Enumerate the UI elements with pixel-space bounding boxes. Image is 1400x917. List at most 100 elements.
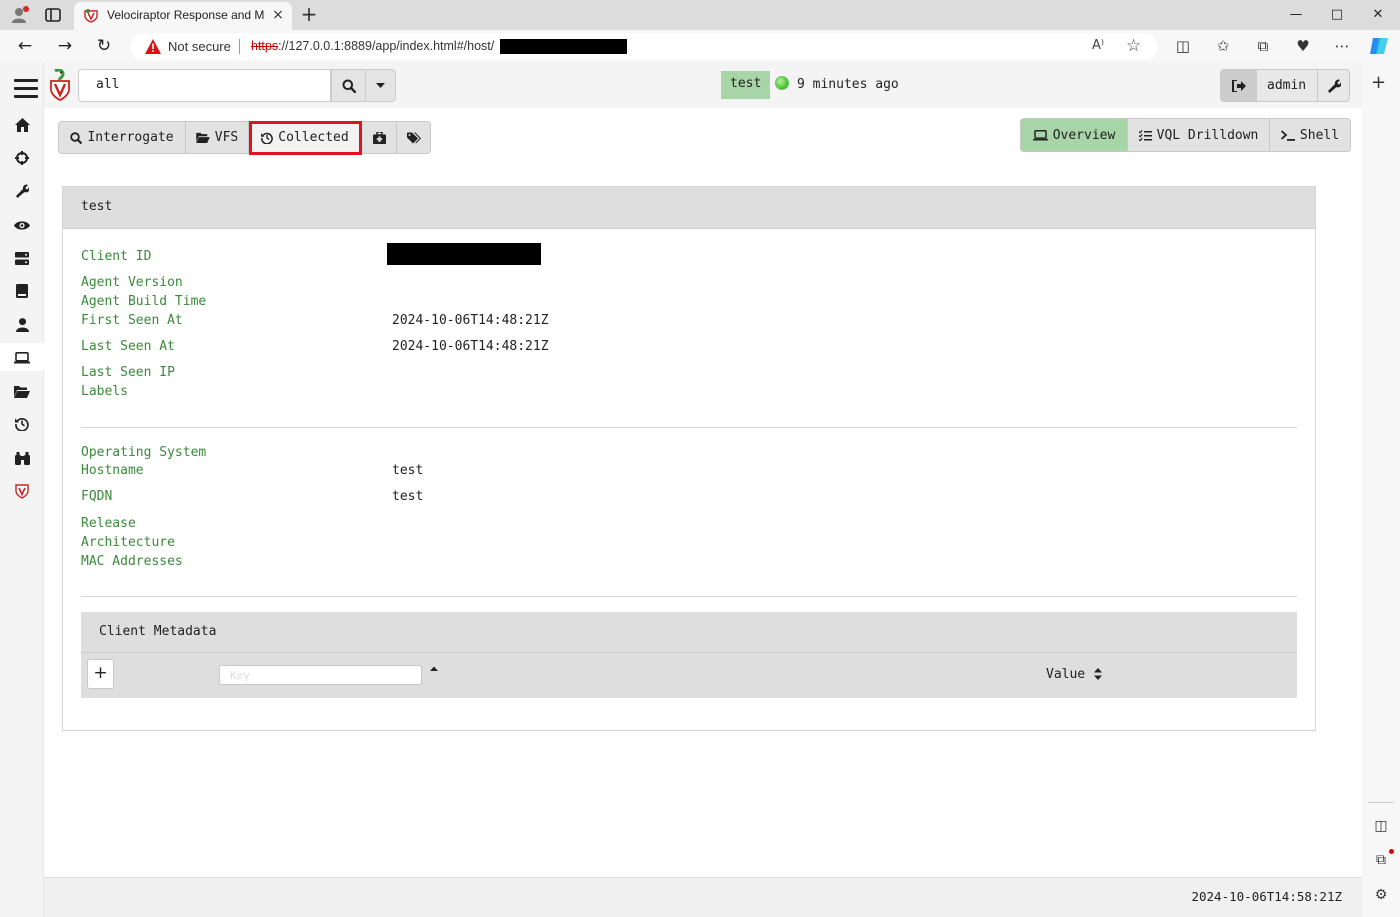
minimize-button[interactable]: —: [1286, 5, 1306, 25]
browser-tab-bar: Velociraptor Response and Monitoring × +…: [0, 0, 1400, 30]
collected-label: Collected: [278, 130, 349, 145]
add-rail-item-icon[interactable]: +: [1371, 72, 1386, 93]
hamburger-menu-icon[interactable]: [0, 76, 44, 102]
tags-icon: [406, 132, 421, 143]
last-seen-at-label: Last Seen At: [81, 339, 175, 354]
footer-timestamp: 2024-10-06T14:58:21Z: [1191, 889, 1342, 904]
refresh-icon[interactable]: ↻: [93, 35, 115, 57]
section-divider: [81, 596, 1297, 597]
vfs-button[interactable]: VFS: [186, 122, 249, 153]
history-icon[interactable]: [13, 415, 31, 433]
close-window-button[interactable]: ✕: [1368, 5, 1388, 25]
new-tab-button[interactable]: +: [298, 3, 320, 25]
first-seen-value: 2024-10-06T14:48:21Z: [392, 313, 549, 328]
interrogate-label: Interrogate: [87, 130, 174, 145]
more-options-icon[interactable]: ⋯: [1331, 35, 1353, 57]
last-seen-label: 9 minutes ago: [797, 77, 899, 92]
agent-build-time-label: Agent Build Time: [81, 294, 207, 309]
book-icon[interactable]: [13, 282, 31, 300]
read-aloud-icon[interactable]: A⁾: [1092, 38, 1104, 53]
client-info-card: test Client ID Agent Version Agent Build…: [62, 186, 1316, 731]
redacted-block: [387, 243, 541, 265]
not-secure-label[interactable]: Not secure: [168, 39, 231, 54]
browser-tab[interactable]: Velociraptor Response and Monitoring ×: [74, 2, 292, 30]
section-divider: [81, 427, 1297, 428]
client-name-badge[interactable]: test: [721, 71, 771, 99]
url-path: ://127.0.0.1:8889/app/index.html#/host/: [278, 39, 495, 53]
metadata-header-divider: [81, 652, 1297, 653]
redacted-block: [500, 39, 627, 54]
search-dropdown-button[interactable]: [366, 69, 396, 102]
first-seen-label: First Seen At: [81, 313, 183, 328]
velociraptor-shield-icon[interactable]: [13, 482, 31, 500]
server-icon[interactable]: [13, 249, 31, 267]
collections-icon[interactable]: ⧉: [1252, 35, 1274, 57]
forward-icon[interactable]: →: [54, 35, 76, 57]
interrogate-button[interactable]: Interrogate: [59, 122, 186, 153]
settings-gear-icon[interactable]: ⚙: [1371, 887, 1391, 907]
view-toolbar: Overview VQL Drilldown Shell: [1020, 118, 1351, 152]
agent-version-label: Agent Version: [81, 275, 183, 290]
sidebar-toggle-icon[interactable]: ◫: [1371, 818, 1391, 838]
folder-open-icon[interactable]: [13, 382, 31, 400]
sort-icon[interactable]: [1093, 667, 1103, 681]
search-button[interactable]: [331, 69, 366, 102]
user-settings-button[interactable]: [1317, 70, 1350, 101]
metadata-key-filter-input[interactable]: [219, 665, 422, 685]
vfs-label: VFS: [214, 130, 239, 145]
new-collection-button[interactable]: [362, 122, 397, 153]
add-metadata-button[interactable]: +: [87, 659, 114, 689]
url-bar[interactable]: Not secure https://127.0.0.1:8889/app/in…: [130, 33, 1158, 60]
tab-title: Velociraptor Response and Monitoring: [107, 8, 265, 22]
shell-button[interactable]: Shell: [1270, 119, 1350, 151]
split-screen-icon[interactable]: ◫: [1172, 35, 1194, 57]
architecture-label: Architecture: [81, 535, 175, 550]
velociraptor-logo[interactable]: [49, 69, 71, 101]
binoculars-icon[interactable]: [13, 449, 31, 467]
profile-icon[interactable]: [10, 5, 30, 25]
card-header: test: [63, 187, 1315, 229]
url-text[interactable]: https://127.0.0.1:8889/app/index.html#/h…: [251, 39, 494, 53]
online-status-dot: [775, 76, 789, 90]
card-title: test: [81, 199, 113, 214]
crosshair-icon[interactable]: [13, 149, 31, 167]
external-link-icon[interactable]: ⧉: [1371, 852, 1391, 872]
url-divider: [239, 39, 240, 54]
client-search-input[interactable]: all: [78, 69, 331, 102]
metadata-title: Client Metadata: [99, 624, 217, 639]
logout-button[interactable]: [1221, 70, 1257, 101]
browser-essentials-icon[interactable]: ♥: [1292, 35, 1314, 57]
user-icon[interactable]: [13, 316, 31, 334]
eye-icon[interactable]: [13, 216, 31, 234]
wrench-icon[interactable]: [13, 182, 31, 200]
home-icon[interactable]: [13, 116, 31, 134]
fqdn-label: FQDN: [81, 489, 113, 504]
value-column-header[interactable]: Value: [1046, 667, 1085, 682]
tab-actions-icon[interactable]: [44, 6, 62, 24]
copilot-icon[interactable]: [1368, 35, 1390, 57]
collected-button[interactable]: Collected: [249, 122, 362, 153]
back-icon[interactable]: ←: [14, 35, 36, 57]
favorites-icon[interactable]: ✩: [1212, 35, 1234, 57]
browser-sidebar-rail: + ◫ ⧉ ⚙: [1362, 62, 1400, 917]
labels-button[interactable]: [397, 122, 430, 153]
sort-up-icon[interactable]: [429, 665, 439, 675]
last-seen-ip-label: Last Seen IP: [81, 365, 175, 380]
maximize-button[interactable]: □: [1327, 5, 1347, 25]
laptop-icon[interactable]: [13, 349, 31, 367]
notification-dot: [1389, 849, 1394, 854]
url-scheme: https: [251, 39, 279, 53]
tab-close-button[interactable]: ×: [270, 7, 286, 23]
hostname-value: test: [392, 463, 424, 478]
list-check-icon: [1138, 129, 1152, 141]
search-icon: [342, 79, 356, 93]
fqdn-value: test: [392, 489, 424, 504]
favorite-star-icon[interactable]: ☆: [1126, 36, 1141, 56]
app-sidebar: [0, 62, 44, 917]
overview-button[interactable]: Overview: [1021, 119, 1128, 151]
operating-system-label: Operating System: [81, 445, 207, 460]
username-label[interactable]: admin: [1267, 78, 1306, 93]
vql-drilldown-button[interactable]: VQL Drilldown: [1128, 119, 1270, 151]
rail-divider: [1368, 802, 1394, 803]
history-icon: [261, 132, 274, 144]
